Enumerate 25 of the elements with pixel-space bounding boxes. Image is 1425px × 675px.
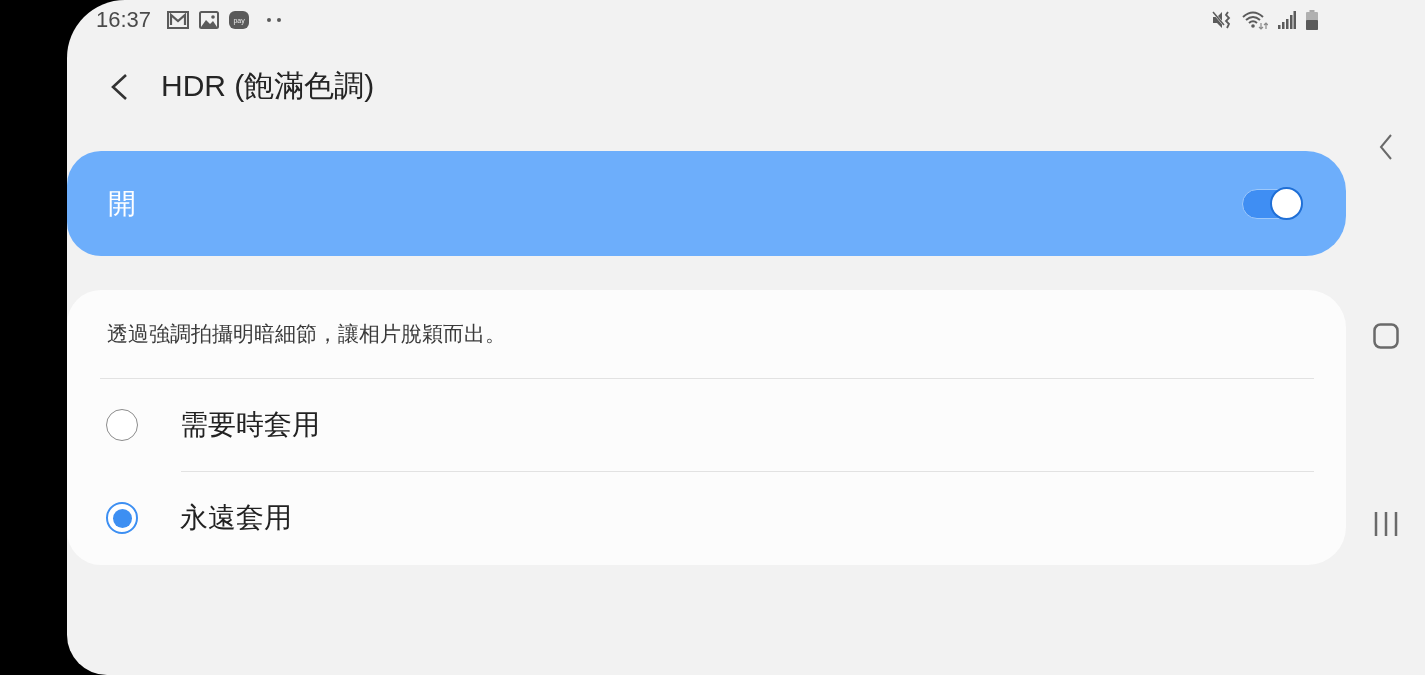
radio-button[interactable] <box>106 409 138 441</box>
back-icon <box>1378 134 1393 160</box>
recents-icon <box>1373 511 1398 537</box>
mute-vibrate-icon <box>1212 10 1232 30</box>
status-time: 16:37 <box>96 7 152 33</box>
home-icon <box>1372 323 1399 349</box>
toggle-switch[interactable] <box>1242 188 1302 219</box>
back-button[interactable] <box>109 72 129 101</box>
back-chevron-icon <box>109 72 129 101</box>
master-switch-bar[interactable]: 開 <box>67 151 1346 256</box>
radio-button[interactable] <box>106 502 138 534</box>
page-title: HDR (飽滿色調) <box>161 68 375 104</box>
nav-back-button[interactable] <box>1378 134 1393 160</box>
wifi-icon <box>1242 10 1268 30</box>
nav-home-button[interactable] <box>1372 323 1399 349</box>
battery-icon <box>1306 10 1318 30</box>
option-label: 永遠套用 <box>180 501 292 535</box>
option-label: 需要時套用 <box>180 408 320 442</box>
mail-icon <box>167 11 190 29</box>
signal-icon <box>1278 11 1296 29</box>
description-text: 透過強調拍攝明暗細節，讓相片脫穎而出。 <box>106 321 507 347</box>
switch-label: 開 <box>108 186 136 221</box>
nav-recents-button[interactable] <box>1373 511 1398 537</box>
image-icon <box>199 11 220 29</box>
more-notifications-icon <box>267 18 282 22</box>
